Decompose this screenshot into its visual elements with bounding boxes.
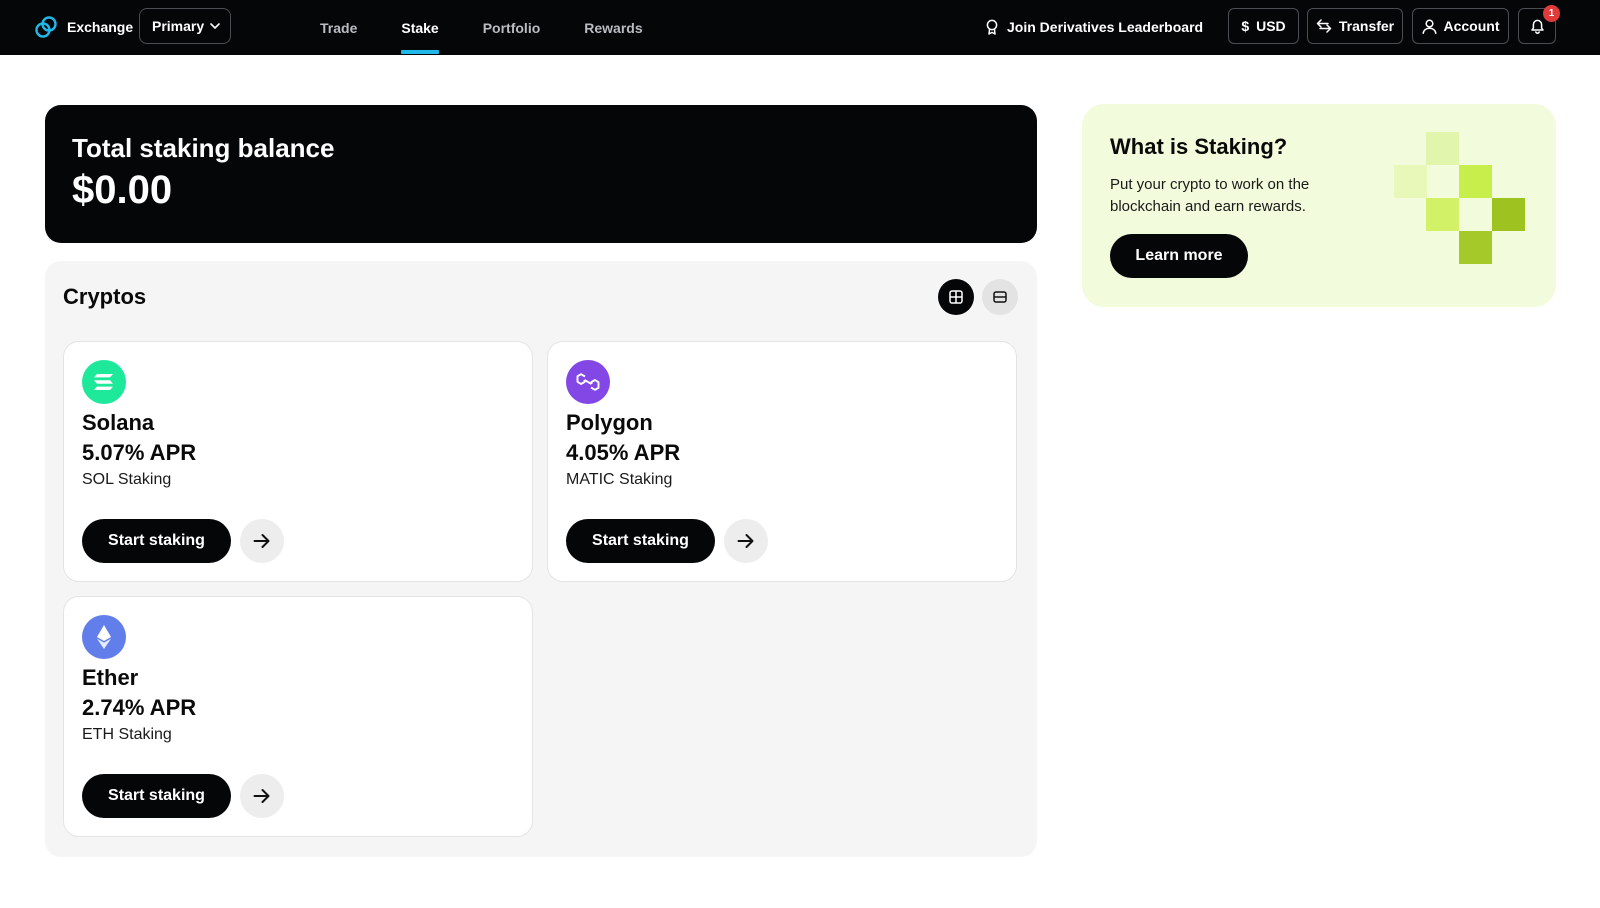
learn-more-button[interactable]: Learn more (1110, 234, 1248, 278)
start-staking-button[interactable]: Start staking (566, 519, 715, 563)
currency-button[interactable]: $ USD (1228, 8, 1299, 44)
transfer-button[interactable]: Transfer (1307, 8, 1403, 44)
crypto-name: Solana (82, 410, 155, 435)
details-arrow-button[interactable] (240, 774, 284, 818)
tab-portfolio[interactable]: Portfolio (461, 0, 563, 55)
transfer-arrows-icon (1316, 19, 1332, 33)
grid-icon (949, 290, 963, 304)
what-is-staking-card: What is Staking? Put your crypto to work… (1082, 104, 1556, 307)
balance-amount: $0.00 (72, 168, 173, 212)
crypto-card-solana: Solana 5.07% APR SOL Staking Start staki… (63, 341, 533, 582)
tab-stake-label: Stake (401, 19, 439, 36)
user-icon (1421, 19, 1437, 34)
crypto-apr: 4.05% APR (566, 440, 681, 465)
cryptos-panel: Cryptos Solana 5.07% APR SOL Staking Sta… (45, 261, 1037, 857)
tab-rewards[interactable]: Rewards (562, 0, 664, 55)
tab-stake[interactable]: Stake (379, 0, 460, 55)
total-staking-balance-card: Total staking balance $0.00 (45, 105, 1037, 243)
crypto-apr: 5.07% APR (82, 440, 197, 465)
balance-label: Total staking balance (72, 133, 335, 163)
leaderboard-label: Join Derivatives Leaderboard (1007, 19, 1204, 35)
grid-view-button[interactable] (938, 279, 974, 315)
account-button[interactable]: Account (1412, 8, 1509, 44)
dollar-icon: $ (1241, 18, 1250, 34)
ethereum-icon (82, 615, 126, 659)
crypto-subtitle: SOL Staking (82, 471, 172, 488)
notification-badge: 1 (1543, 5, 1560, 22)
exchange-logo-icon (35, 16, 57, 38)
chevron-down-icon (210, 23, 220, 30)
pixel-block (1426, 132, 1459, 165)
pixel-block (1426, 198, 1459, 231)
pixel-block (1459, 165, 1492, 198)
crypto-name: Ether (82, 665, 139, 690)
promo-title: What is Staking? (1110, 134, 1288, 159)
pixel-block (1459, 231, 1492, 264)
details-arrow-button[interactable] (724, 519, 768, 563)
crypto-name: Polygon (566, 410, 653, 435)
crypto-subtitle: ETH Staking (82, 726, 172, 743)
account-selector-label: Primary (152, 18, 205, 34)
arrow-right-icon (737, 534, 754, 548)
brand-name: Exchange (67, 19, 134, 35)
start-staking-button[interactable]: Start staking (82, 774, 231, 818)
tab-trade[interactable]: Trade (298, 0, 379, 55)
brand[interactable]: Exchange (34, 12, 133, 42)
crypto-apr: 2.74% APR (82, 695, 197, 720)
crypto-subtitle: MATIC Staking (566, 471, 673, 488)
main-nav: Trade Stake Portfolio Rewards (298, 0, 665, 55)
arrow-right-icon (253, 789, 270, 803)
promo-description: Put your crypto to work on the blockchai… (1110, 176, 1310, 215)
list-icon (993, 291, 1007, 303)
currency-label: USD (1256, 18, 1286, 34)
tab-trade-label: Trade (320, 19, 358, 36)
list-view-button[interactable] (982, 279, 1018, 315)
transfer-label: Transfer (1338, 18, 1395, 34)
crypto-card-polygon: Polygon 4.05% APR MATIC Staking Start st… (547, 341, 1017, 582)
start-staking-button[interactable]: Start staking (82, 519, 231, 563)
bell-icon (1530, 19, 1544, 34)
top-navigation-bar: Exchange Primary Trade Stake Portfolio R… (0, 0, 1600, 55)
award-icon (986, 19, 998, 35)
pixel-block (1492, 198, 1525, 231)
leaderboard-link[interactable]: Join Derivatives Leaderboard (985, 13, 1203, 41)
details-arrow-button[interactable] (240, 519, 284, 563)
arrow-right-icon (253, 534, 270, 548)
pixel-block (1394, 165, 1427, 198)
crypto-card-ether: Ether 2.74% APR ETH Staking Start stakin… (63, 596, 533, 837)
polygon-icon (566, 360, 610, 404)
tab-rewards-label: Rewards (584, 19, 643, 36)
account-label: Account (1443, 18, 1500, 34)
tab-portfolio-label: Portfolio (482, 19, 541, 36)
cryptos-title: Cryptos (63, 284, 147, 309)
solana-icon (82, 360, 126, 404)
account-selector[interactable]: Primary (139, 8, 231, 44)
